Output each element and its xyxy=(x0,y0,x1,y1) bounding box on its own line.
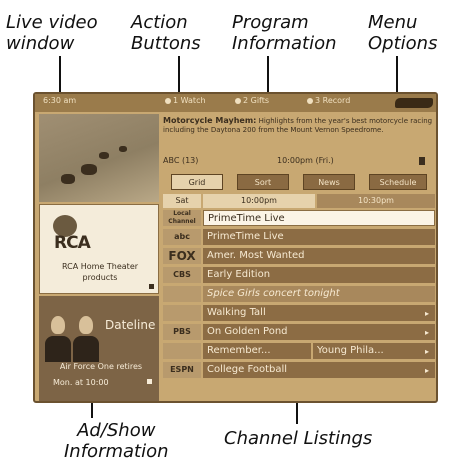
program-title: Motorcycle Mayhem: xyxy=(163,116,257,125)
listing-row[interactable]: PBS On Golden Pond ▸ xyxy=(163,324,435,341)
channel-row: ABC (13) 10:00pm (Fri.) xyxy=(163,156,435,170)
menu-options: Grid Sort News Schedule xyxy=(163,174,435,192)
program-info: Motorcycle Mayhem: Highlights from the y… xyxy=(163,116,435,148)
program-cell[interactable]: On Golden Pond xyxy=(203,324,435,340)
program-cell[interactable]: PrimeTime Live xyxy=(203,210,435,226)
motorcycle-figure xyxy=(81,164,97,175)
channel-logo: ESPN xyxy=(163,362,201,378)
callout-live-video: Live video window xyxy=(6,12,98,54)
show-description: Air Force One retires xyxy=(59,362,143,371)
motorcycle-figure xyxy=(119,146,127,152)
channel-logo: CBS xyxy=(163,267,201,283)
listing-row[interactable]: abc PrimeTime Live xyxy=(163,229,435,246)
motorcycle-figure xyxy=(99,152,109,159)
button-dot-icon xyxy=(235,97,241,104)
show-more-icon xyxy=(147,379,152,384)
anchor-figure xyxy=(45,336,71,362)
motorcycle-figure xyxy=(61,174,75,184)
show-panel[interactable]: Dateline Air Force One retires Mon. at 1… xyxy=(39,296,159,401)
clock-label: 6:30 am xyxy=(43,96,77,105)
channel-logo xyxy=(163,305,201,321)
channel-logo xyxy=(163,343,201,359)
callout-ad-show: Ad/Show Information xyxy=(64,420,169,462)
tv-screen: 6:30 am 1 Watch 2 Gifts 3 Record RCA RCA… xyxy=(33,92,438,403)
channel-listings: Local Channel PrimeTime Live abc PrimeTi… xyxy=(163,210,435,400)
action-bar: 6:30 am 1 Watch 2 Gifts 3 Record xyxy=(35,94,436,112)
tab-news[interactable]: News xyxy=(303,174,355,190)
chevron-right-icon: ▸ xyxy=(424,309,429,318)
watch-button[interactable]: 1 Watch xyxy=(163,96,206,105)
chevron-right-icon: ▸ xyxy=(424,366,429,375)
show-name: Dateline xyxy=(105,318,156,332)
show-airtime: Mon. at 10:00 xyxy=(53,378,109,387)
program-cell[interactable]: PrimeTime Live xyxy=(203,229,435,245)
gifts-button[interactable]: 2 Gifts xyxy=(233,96,269,105)
listing-row[interactable]: ESPN College Football ▸ xyxy=(163,362,435,379)
listing-row[interactable]: Walking Tall ▸ xyxy=(163,305,435,322)
callout-action-buttons: Action Buttons xyxy=(131,12,201,54)
ad-text: RCA Home Theater products xyxy=(61,262,139,282)
listing-row[interactable]: Remember... Young Phila... ▸ xyxy=(163,343,435,360)
time-slot-2: 10:30pm xyxy=(317,194,435,208)
callout-menu-options: Menu Options xyxy=(368,12,438,54)
anchor-face xyxy=(51,316,65,334)
channel-label: ABC (13) xyxy=(163,156,199,165)
record-button[interactable]: 3 Record xyxy=(305,96,350,105)
program-cell[interactable]: Remember... xyxy=(203,343,311,359)
listing-row[interactable]: Spice Girls concert tonight xyxy=(163,286,435,303)
callout-channel-listings: Channel Listings xyxy=(224,428,373,449)
program-cell[interactable]: Spice Girls concert tonight xyxy=(203,286,435,302)
time-slot-1: 10:00pm xyxy=(203,194,315,208)
anchor-figure xyxy=(73,336,99,362)
callout-program-info: Program Information xyxy=(232,12,337,54)
program-cell[interactable]: College Football xyxy=(203,362,435,378)
program-cell[interactable]: Early Edition xyxy=(203,267,435,283)
channel-logo: Local Channel xyxy=(163,210,201,226)
channel-logo xyxy=(163,286,201,302)
listing-row[interactable]: CBS Early Edition xyxy=(163,267,435,284)
brand-logo xyxy=(395,98,433,108)
channel-logo: FOX xyxy=(163,248,201,264)
channel-logo: PBS xyxy=(163,324,201,340)
chevron-right-icon: ▸ xyxy=(424,347,429,356)
channel-logo: abc xyxy=(163,229,201,245)
button-dot-icon xyxy=(165,97,171,104)
program-cell[interactable]: Amer. Most Wanted xyxy=(203,248,435,264)
live-video-window[interactable] xyxy=(39,114,159,202)
anchor-face xyxy=(79,316,93,334)
time-header: Sat 10:00pm 10:30pm xyxy=(163,194,435,208)
program-cell[interactable]: Young Phila... xyxy=(313,343,435,359)
tab-schedule[interactable]: Schedule xyxy=(369,174,427,190)
button-dot-icon xyxy=(307,97,313,104)
day-label: Sat xyxy=(163,194,201,208)
ad-logo: RCA xyxy=(54,233,91,253)
ad-more-icon xyxy=(149,284,154,289)
listing-row[interactable]: FOX Amer. Most Wanted xyxy=(163,248,435,265)
tab-grid[interactable]: Grid xyxy=(171,174,223,190)
program-cell[interactable]: Walking Tall xyxy=(203,305,435,321)
tab-sort[interactable]: Sort xyxy=(237,174,289,190)
ad-panel[interactable]: RCA RCA Home Theater products xyxy=(39,204,159,294)
chevron-right-icon: ▸ xyxy=(424,328,429,337)
airtime-label: 10:00pm (Fri.) xyxy=(277,156,334,165)
lock-icon xyxy=(419,157,425,165)
listing-row[interactable]: Local Channel PrimeTime Live xyxy=(163,210,435,227)
